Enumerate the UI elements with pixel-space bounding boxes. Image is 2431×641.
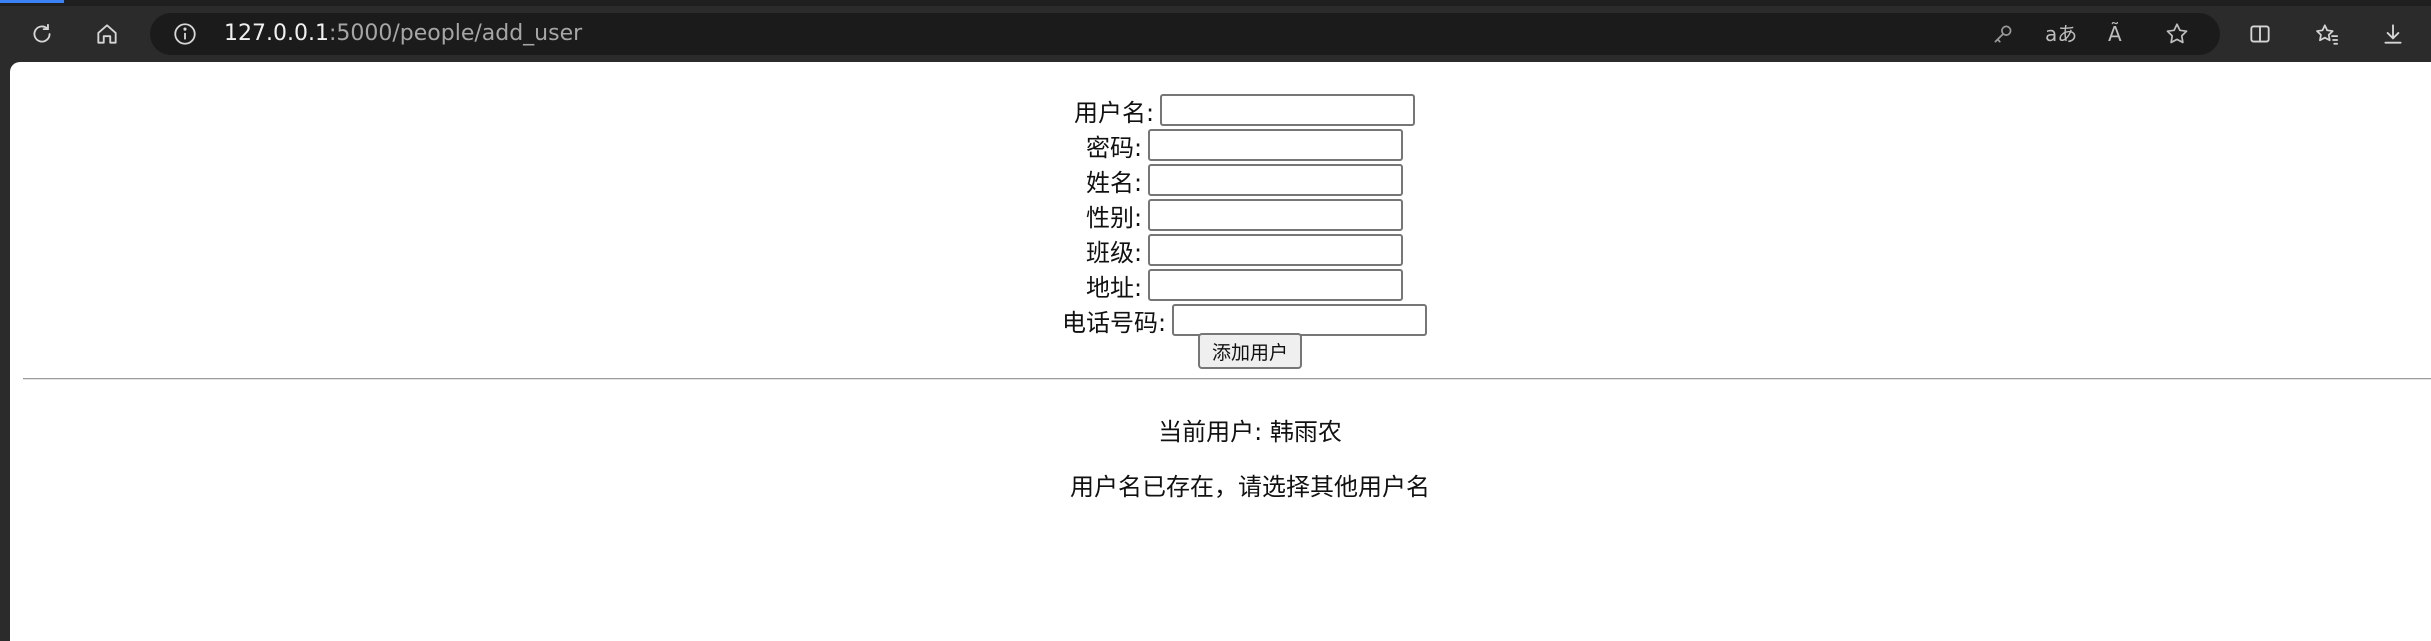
split-screen-icon xyxy=(2250,25,2270,43)
page-viewport: 用户名: 密码: 姓名: 性别: 班级: 地址: 电话号码: 添加用户 当前用户… xyxy=(10,62,2431,641)
home-button[interactable] xyxy=(89,16,125,52)
password-row: 密码: xyxy=(1086,128,1404,162)
star-icon[interactable] xyxy=(2164,21,2190,47)
horizontal-rule xyxy=(23,378,2431,380)
phone-row: 电话号码: xyxy=(1062,303,1428,337)
read-aloud-icon[interactable]: Ã xyxy=(2108,21,2122,47)
username-label: 用户名: xyxy=(1074,98,1155,127)
favorites-button[interactable] xyxy=(2309,16,2345,52)
class-row: 班级: xyxy=(1086,233,1404,267)
gender-row: 性别: xyxy=(1086,198,1404,232)
browser-toolbar: 127.0.0.1:5000/people/add_user aあ Ã xyxy=(0,6,2431,62)
refresh-icon xyxy=(33,23,51,43)
name-row: 姓名: xyxy=(1086,163,1404,197)
downloads-button[interactable] xyxy=(2375,16,2411,52)
add-user-button[interactable]: 添加用户 xyxy=(1198,333,1303,369)
username-input[interactable] xyxy=(1160,94,1416,126)
info-icon[interactable] xyxy=(172,21,198,47)
active-tab-indicator xyxy=(0,0,64,3)
address-row: 地址: xyxy=(1086,268,1404,302)
gender-label: 性别: xyxy=(1086,203,1143,232)
class-input[interactable] xyxy=(1148,234,1404,266)
url-path: :5000/people/add_user xyxy=(328,21,583,46)
phone-label: 电话号码: xyxy=(1062,308,1167,337)
split-screen-button[interactable] xyxy=(2242,16,2278,52)
address-label: 地址: xyxy=(1086,273,1143,302)
refresh-button[interactable] xyxy=(24,16,60,52)
phone-input[interactable] xyxy=(1172,304,1428,336)
gender-input[interactable] xyxy=(1148,199,1404,231)
password-label: 密码: xyxy=(1086,133,1143,162)
current-user-text: 当前用户: 韩雨农 xyxy=(1158,418,1342,446)
username-row: 用户名: xyxy=(1074,93,1416,127)
address-input[interactable] xyxy=(1148,269,1404,301)
name-input[interactable] xyxy=(1148,164,1404,196)
download-icon xyxy=(2384,24,2402,44)
password-input[interactable] xyxy=(1148,129,1404,161)
favorites-icon xyxy=(2316,24,2338,45)
home-icon xyxy=(97,24,117,44)
name-label: 姓名: xyxy=(1086,168,1143,197)
error-message: 用户名已存在，请选择其他用户名 xyxy=(1070,473,1430,501)
class-label: 班级: xyxy=(1086,238,1143,267)
url-host: 127.0.0.1 xyxy=(224,21,329,46)
address-bar[interactable]: 127.0.0.1:5000/people/add_user aあ Ã xyxy=(150,13,2220,55)
url-text[interactable]: 127.0.0.1:5000/people/add_user xyxy=(224,13,582,55)
key-icon[interactable] xyxy=(1990,21,2016,47)
translate-icon[interactable]: aあ xyxy=(2045,21,2077,47)
